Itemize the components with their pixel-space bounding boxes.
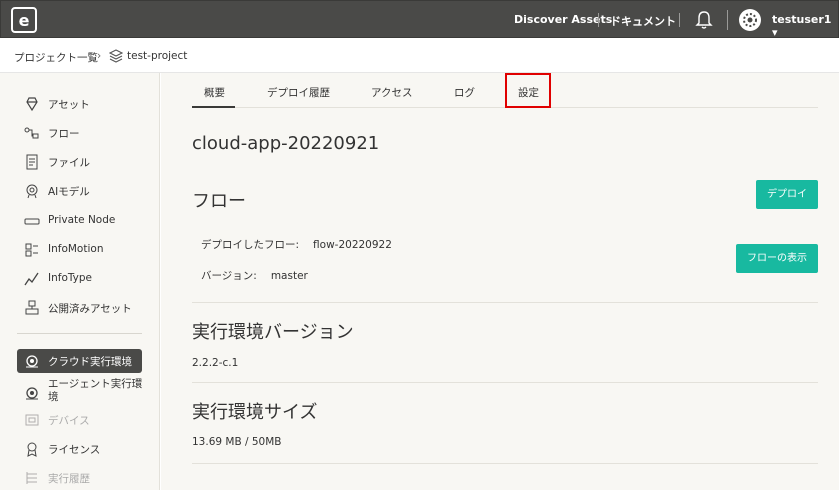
section-divider bbox=[192, 463, 818, 464]
nav-divider bbox=[727, 10, 728, 30]
sidebar-divider bbox=[17, 333, 142, 334]
page-title: cloud-app-20220921 bbox=[192, 133, 380, 154]
history-icon bbox=[26, 472, 37, 484]
sidebar-item-device: デバイス bbox=[22, 410, 147, 430]
breadcrumb-project-list[interactable]: プロジェクト一覧 bbox=[14, 50, 98, 65]
sidebar-item-label: デバイス bbox=[48, 415, 90, 427]
runtime-size-value: 13.69 MB / 50MB bbox=[192, 436, 282, 448]
breadcrumb-project[interactable]: test-project bbox=[127, 50, 187, 62]
sidebar-item-label: InfoMotion bbox=[48, 243, 104, 255]
sidebar-item-infomotion[interactable]: InfoMotion bbox=[22, 240, 147, 260]
runtime-size-title: 実行環境サイズ bbox=[192, 402, 318, 423]
app-logo-icon[interactable]: e bbox=[11, 7, 37, 33]
sidebar: アセット フロー ファイル AIモデル Private Node InfoMot… bbox=[0, 73, 160, 490]
node-icon bbox=[24, 218, 40, 225]
tab-bar: 概要 デプロイ履歴 アクセス ログ 設定 bbox=[192, 73, 818, 108]
deployed-flow-row: デプロイしたフロー: flow-20220922 bbox=[201, 237, 392, 252]
sidebar-item-label: アセット bbox=[48, 99, 90, 111]
avatar[interactable] bbox=[738, 8, 762, 32]
nav-divider bbox=[598, 13, 599, 27]
sidebar-item-label: ファイル bbox=[48, 157, 90, 169]
tab-overview[interactable]: 概要 bbox=[204, 85, 225, 100]
sidebar-item-history: 実行履歴 bbox=[22, 468, 147, 488]
top-navbar: e Discover Assets ドキュメント testuser1 ▾ bbox=[0, 0, 839, 39]
sidebar-item-label: AIモデル bbox=[48, 186, 90, 198]
infotype-icon bbox=[24, 272, 39, 286]
sidebar-item-private-node[interactable]: Private Node bbox=[22, 211, 147, 231]
tab-deploy-history[interactable]: デプロイ履歴 bbox=[267, 85, 330, 100]
sidebar-item-ai-model[interactable]: AIモデル bbox=[22, 181, 147, 201]
sidebar-item-license[interactable]: ライセンス bbox=[22, 439, 147, 459]
breadcrumb: プロジェクト一覧 › test-project bbox=[0, 38, 839, 73]
device-icon bbox=[25, 414, 39, 426]
runtime-version-value: 2.2.2-c.1 bbox=[192, 357, 239, 369]
nav-divider bbox=[679, 13, 680, 27]
user-menu[interactable]: testuser1 ▾ bbox=[772, 13, 838, 39]
cloud-runtime-icon bbox=[26, 355, 38, 368]
settings-tab-highlight bbox=[505, 73, 551, 108]
version-label: バージョン: bbox=[201, 270, 257, 282]
section-divider bbox=[192, 302, 818, 303]
tab-logs[interactable]: ログ bbox=[454, 85, 475, 100]
layers-icon bbox=[109, 49, 123, 63]
deployed-flow-label: デプロイしたフロー: bbox=[201, 239, 300, 251]
main-content: 概要 デプロイ履歴 アクセス ログ 設定 cloud-app-20220921 … bbox=[161, 73, 839, 490]
sidebar-item-label: ライセンス bbox=[48, 444, 101, 456]
sidebar-item-label: InfoType bbox=[48, 272, 92, 284]
sidebar-item-label: 公開済みアセット bbox=[48, 303, 132, 315]
sidebar-item-file[interactable]: ファイル bbox=[22, 152, 147, 172]
show-flow-button[interactable]: フローの表示 bbox=[736, 244, 818, 273]
deployed-flow-value: flow-20220922 bbox=[313, 239, 392, 251]
bell-icon[interactable] bbox=[694, 10, 714, 30]
documents-link[interactable]: ドキュメント bbox=[610, 13, 676, 29]
version-value: master bbox=[270, 270, 308, 282]
license-icon bbox=[27, 442, 37, 457]
runtime-version-title: 実行環境バージョン bbox=[192, 322, 354, 343]
infomotion-icon bbox=[25, 243, 38, 257]
breadcrumb-separator: › bbox=[97, 50, 102, 62]
file-icon bbox=[26, 154, 38, 170]
sidebar-item-flow[interactable]: フロー bbox=[22, 123, 147, 143]
sidebar-item-label: Private Node bbox=[48, 214, 116, 226]
sidebar-item-cloud-runtime[interactable]: クラウド実行環境 bbox=[17, 349, 142, 373]
sidebar-item-published-assets[interactable]: 公開済みアセット bbox=[22, 298, 147, 318]
flow-section-title: フロー bbox=[192, 191, 246, 212]
active-tab-indicator bbox=[192, 106, 235, 108]
agent-runtime-icon bbox=[26, 387, 38, 400]
tab-access[interactable]: アクセス bbox=[371, 85, 412, 100]
sidebar-item-assets[interactable]: アセット bbox=[22, 94, 147, 114]
sidebar-item-label: クラウド実行環境 bbox=[48, 356, 132, 368]
sidebar-item-label: エージェント実行環境 bbox=[48, 378, 143, 403]
svg-text:e: e bbox=[19, 11, 30, 30]
sidebar-item-label: フロー bbox=[48, 128, 80, 140]
flow-icon bbox=[24, 127, 39, 139]
sidebar-item-infotype[interactable]: InfoType bbox=[22, 269, 147, 289]
version-row: バージョン: master bbox=[201, 268, 308, 283]
published-icon bbox=[25, 300, 39, 315]
section-divider bbox=[192, 382, 818, 383]
sidebar-item-agent-runtime[interactable]: エージェント実行環境 bbox=[22, 378, 147, 408]
diamond-icon bbox=[26, 97, 38, 112]
deploy-button[interactable]: デプロイ bbox=[756, 180, 818, 209]
ai-model-icon bbox=[26, 184, 38, 199]
sidebar-item-label: 実行履歴 bbox=[48, 473, 90, 485]
